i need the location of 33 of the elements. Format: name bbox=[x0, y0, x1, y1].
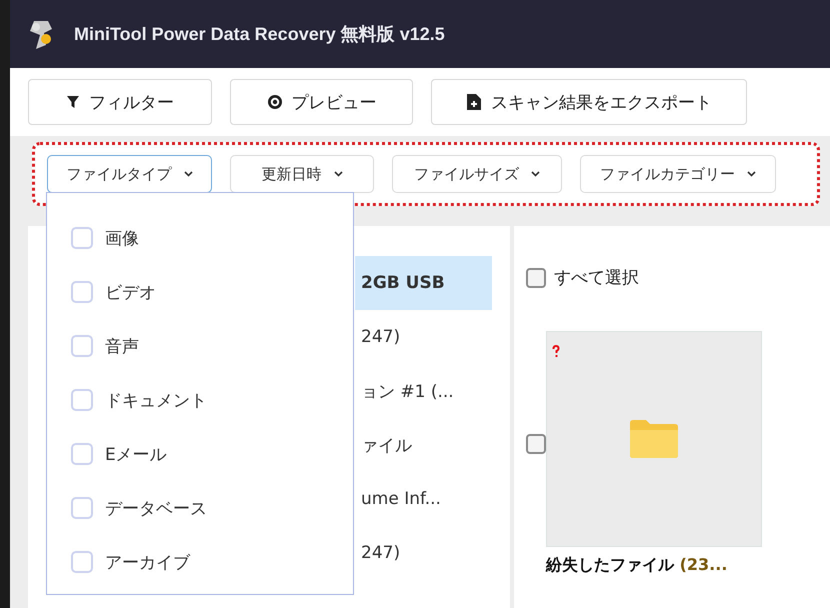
export-button[interactable]: スキャン結果をエクスポート bbox=[431, 79, 747, 125]
export-file-icon bbox=[466, 93, 482, 111]
tree-item[interactable]: ァイル bbox=[355, 418, 492, 472]
filter-button[interactable]: フィルター bbox=[28, 79, 212, 125]
tree-item[interactable]: ョン #1 (... bbox=[355, 364, 492, 418]
menu-option[interactable]: ドキュメント bbox=[47, 373, 353, 427]
chevron-down-icon bbox=[334, 171, 342, 177]
menu-option[interactable]: アーカイブ bbox=[47, 535, 353, 589]
checkbox[interactable] bbox=[526, 434, 546, 454]
filter-dropdown[interactable]: ファイルサイズ bbox=[392, 155, 562, 193]
eye-icon bbox=[266, 94, 282, 110]
menu-option[interactable]: ビデオ bbox=[47, 265, 353, 319]
file-name: 紛失したファイル (23... bbox=[546, 555, 728, 576]
menu-option[interactable]: 音声 bbox=[47, 319, 353, 373]
funnel-icon bbox=[66, 94, 80, 110]
chevron-down-icon bbox=[531, 171, 540, 177]
tree-item[interactable]: 2GB USB bbox=[355, 256, 492, 310]
preview-button[interactable]: プレビュー bbox=[230, 79, 413, 125]
filter-dropdown[interactable]: ファイルタイプ bbox=[47, 155, 212, 193]
menu-option[interactable]: Eメール bbox=[47, 427, 353, 481]
tree-item[interactable]: ume Inf... bbox=[355, 472, 492, 526]
folder-icon bbox=[630, 420, 678, 458]
menu-option[interactable]: 画像 bbox=[47, 211, 353, 265]
chevron-down-icon bbox=[747, 171, 756, 177]
filter-dropdown[interactable]: ファイルカテゴリー bbox=[580, 155, 776, 193]
tree-item[interactable]: 247) bbox=[355, 310, 492, 364]
chevron-down-icon bbox=[184, 171, 192, 177]
tree-item[interactable]: 247) bbox=[355, 526, 492, 580]
menu-option[interactable]: データベース bbox=[47, 481, 353, 535]
window-title: MiniTool Power Data Recovery 無料版 v12.5 bbox=[74, 23, 445, 46]
file-thumbnail[interactable] bbox=[546, 331, 762, 547]
select-all-checkbox[interactable]: すべて選択 bbox=[526, 266, 639, 289]
filter-dropdown[interactable]: 更新日時 bbox=[230, 155, 374, 193]
